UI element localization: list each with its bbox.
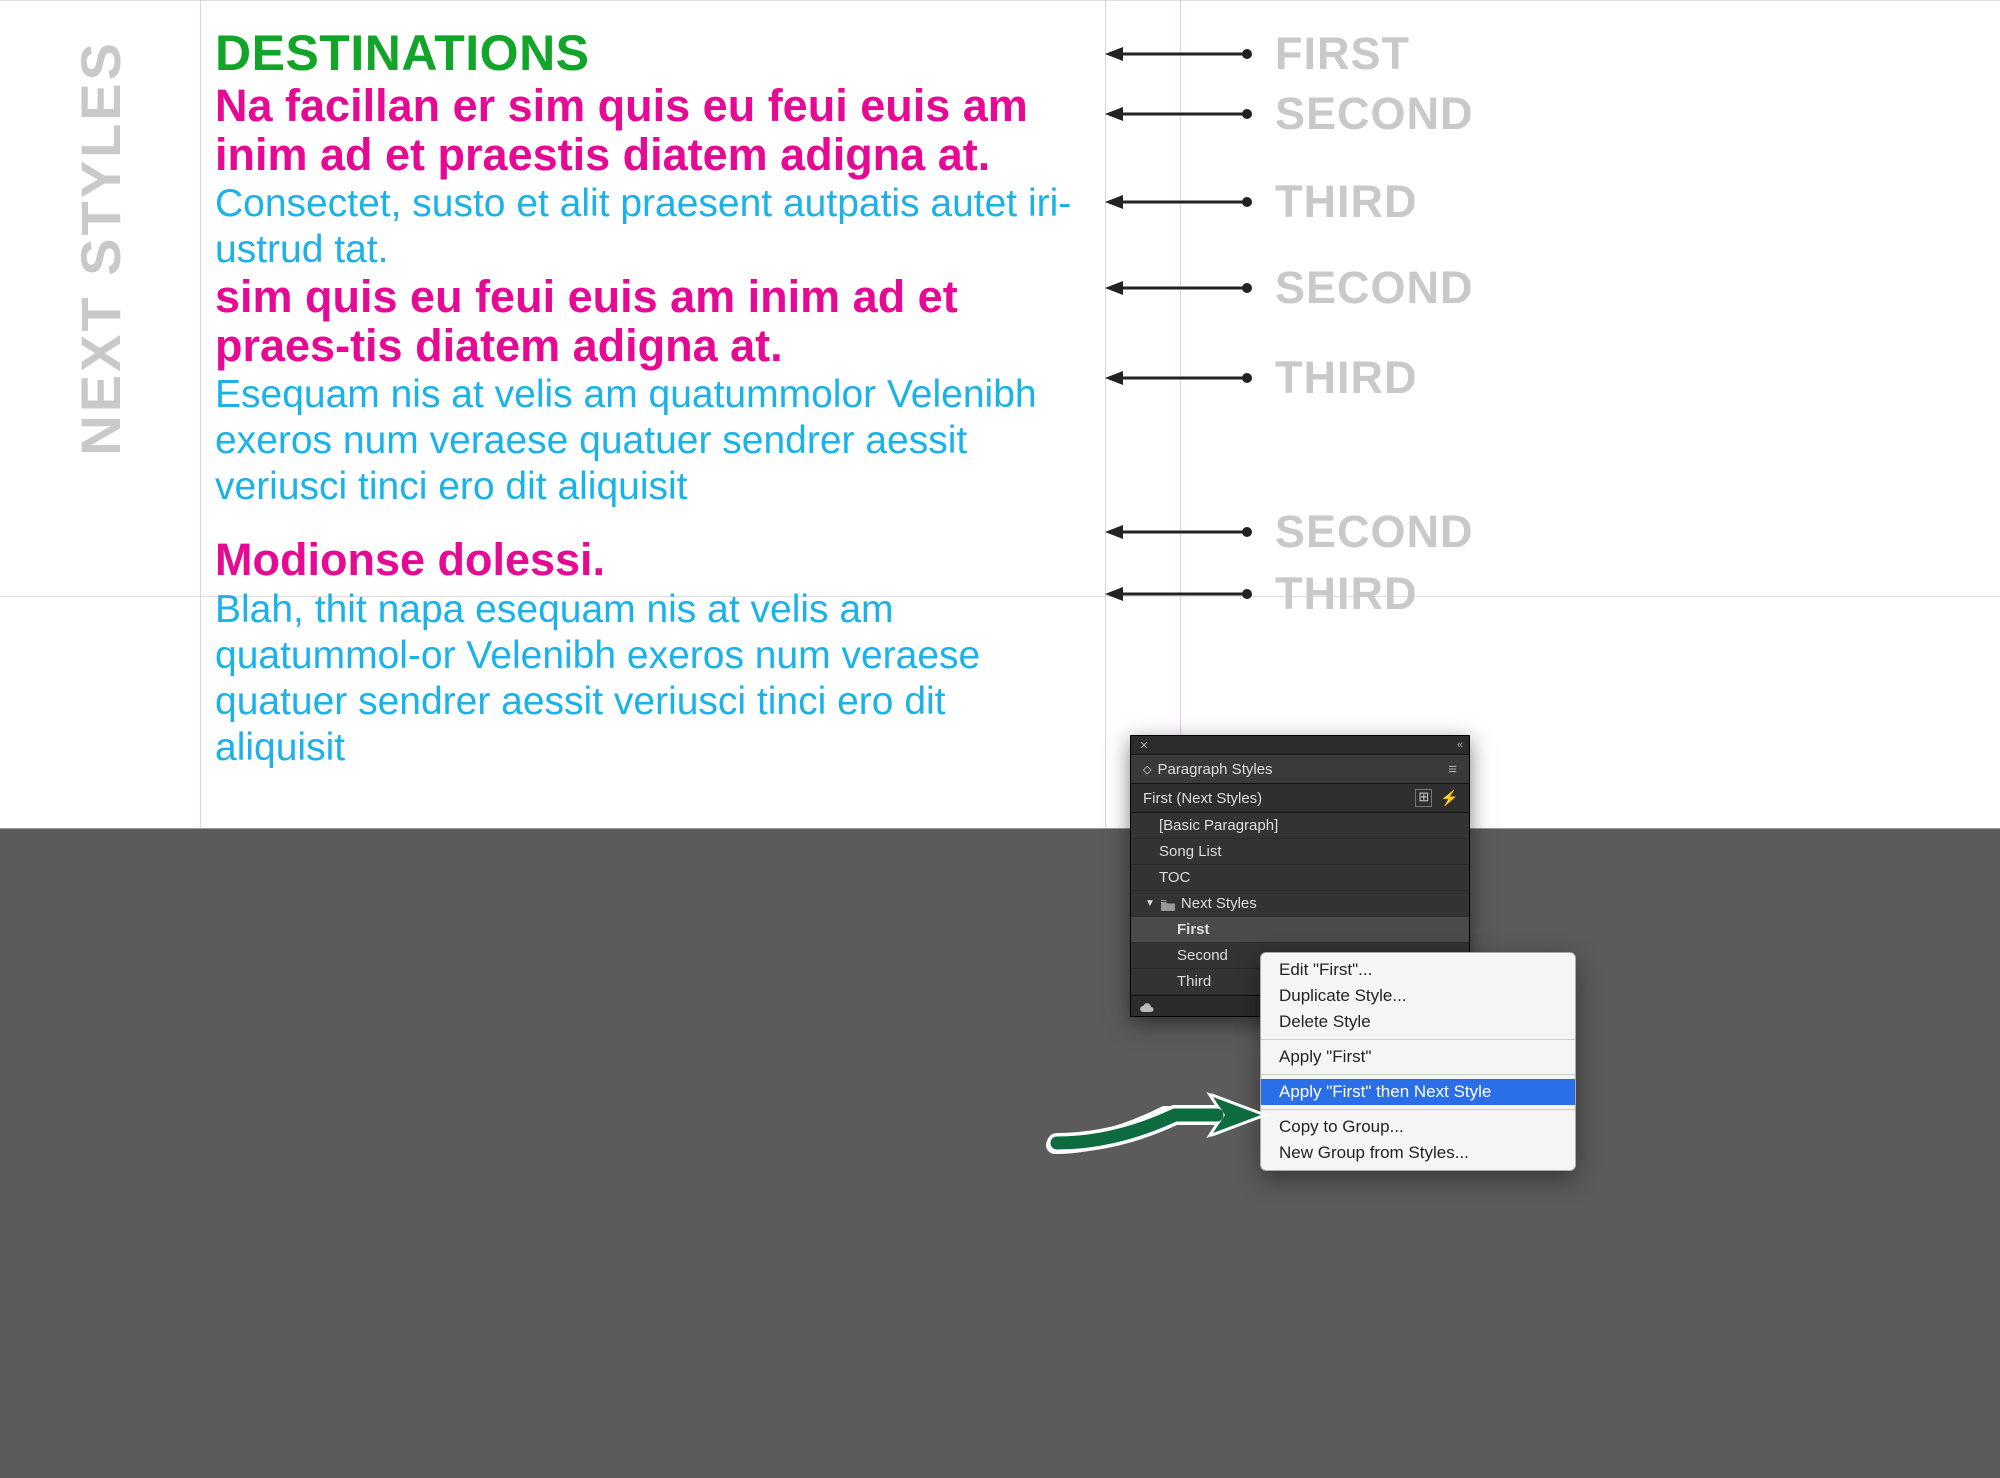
label-third: THIRD (1275, 176, 1417, 228)
label-first: FIRST (1275, 28, 1410, 80)
menu-separator (1261, 1109, 1575, 1110)
arrow-left-icon (1105, 104, 1255, 124)
row-divider-2 (0, 828, 2000, 829)
paragraph-third-1[interactable]: Consectet, susto et alit praesent autpat… (215, 181, 1085, 273)
style-labels-column: FIRST SECOND THIRD SECOND THIRD SECOND T… (1105, 28, 1585, 630)
menu-item-apply-style[interactable]: Apply "First" (1261, 1044, 1575, 1070)
label-second: SECOND (1275, 88, 1474, 140)
style-item-toc[interactable]: TOC (1131, 865, 1469, 891)
menu-item-edit-style[interactable]: Edit "First"... (1261, 957, 1575, 983)
arrow-left-icon (1105, 584, 1255, 604)
close-icon[interactable]: ✕ (1137, 738, 1151, 752)
menu-item-delete-style[interactable]: Delete Style (1261, 1009, 1575, 1035)
style-group-next-styles[interactable]: ▼ Next Styles (1131, 891, 1469, 917)
app-background-gray (0, 828, 2000, 1478)
arrow-left-icon (1105, 368, 1255, 388)
new-style-icon[interactable]: ⊞ (1415, 789, 1432, 807)
chevron-icon: ◇ (1143, 763, 1151, 776)
paragraph-second-1[interactable]: Na facillan er sim quis eu feui euis am … (215, 82, 1085, 179)
panel-tab-label: Paragraph Styles (1157, 761, 1272, 778)
current-style-label: First (Next Styles) (1143, 790, 1262, 807)
paragraph-first[interactable]: DESTINATIONS (215, 28, 1085, 78)
style-item-basic-paragraph[interactable]: [Basic Paragraph] (1131, 813, 1469, 839)
menu-item-new-group-from-styles[interactable]: New Group from Styles... (1261, 1140, 1575, 1166)
menu-item-duplicate-style[interactable]: Duplicate Style... (1261, 983, 1575, 1009)
label-row-third-1: THIRD (1105, 176, 1585, 228)
label-row-second-2: SECOND (1105, 262, 1585, 314)
document-text-frame[interactable]: DESTINATIONS Na facillan er sim quis eu … (215, 28, 1085, 771)
column-guide-1 (200, 0, 201, 828)
collapse-icon[interactable]: « (1457, 739, 1463, 751)
paragraph-second-3[interactable]: Modionse dolessi. (215, 536, 1085, 585)
row-label-column: NEXT STYLES (0, 0, 200, 828)
paragraph-third-2[interactable]: Esequam nis at velis am quatummolor Vele… (215, 372, 1085, 510)
arrow-left-icon (1105, 192, 1255, 212)
label-second: SECOND (1275, 262, 1474, 314)
style-item-first[interactable]: First (1131, 917, 1469, 943)
label-third: THIRD (1275, 352, 1417, 404)
page-border-top (0, 0, 2000, 1)
menu-item-copy-to-group[interactable]: Copy to Group... (1261, 1114, 1575, 1140)
menu-separator (1261, 1074, 1575, 1075)
cc-libraries-icon[interactable] (1139, 1000, 1155, 1012)
arrow-left-icon (1105, 278, 1255, 298)
menu-item-apply-then-next-style[interactable]: Apply "First" then Next Style (1261, 1079, 1575, 1105)
panel-current-style: First (Next Styles) ⊞ ⚡ (1131, 784, 1469, 813)
chevron-down-icon: ▼ (1145, 898, 1155, 909)
menu-separator (1261, 1039, 1575, 1040)
label-row-second-1: SECOND (1105, 88, 1585, 140)
panel-tab-paragraph-styles[interactable]: ◇ Paragraph Styles ≡ (1131, 755, 1469, 784)
callout-arrow-icon (1045, 1075, 1275, 1155)
paragraph-third-3[interactable]: Blah, thit napa esequam nis at velis am … (215, 587, 1085, 771)
context-menu[interactable]: Edit "First"... Duplicate Style... Delet… (1260, 952, 1576, 1171)
style-group-label: Next Styles (1181, 895, 1257, 912)
row-label-text: NEXT STYLES (68, 40, 133, 456)
quick-apply-icon[interactable]: ⚡ (1440, 789, 1459, 807)
panel-menu-icon[interactable]: ≡ (1448, 761, 1457, 778)
arrow-left-icon (1105, 44, 1255, 64)
label-row-third-2: THIRD (1105, 352, 1585, 404)
label-row-second-3: SECOND (1105, 506, 1585, 558)
style-item-song-list[interactable]: Song List (1131, 839, 1469, 865)
arrow-left-icon (1105, 522, 1255, 542)
label-third: THIRD (1275, 568, 1417, 620)
panel-titlebar[interactable]: ✕ « (1131, 736, 1469, 755)
label-row-first: FIRST (1105, 28, 1585, 80)
label-second: SECOND (1275, 506, 1474, 558)
label-row-third-3: THIRD (1105, 568, 1585, 620)
folder-icon (1161, 898, 1175, 909)
paragraph-second-2[interactable]: sim quis eu feui euis am inim ad et prae… (215, 273, 1085, 370)
